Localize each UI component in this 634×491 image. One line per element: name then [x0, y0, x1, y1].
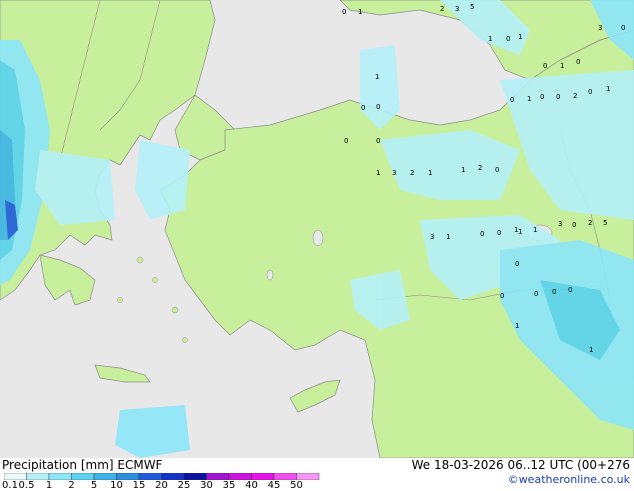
precip-value-label: 0	[556, 93, 560, 101]
precip-value-label: 1	[606, 85, 610, 93]
colorbar-tick-label: 5	[90, 480, 98, 491]
precip-value-label: 2	[588, 219, 592, 227]
precip-value-label: 2	[440, 5, 444, 13]
colorbar-swatch	[228, 473, 252, 480]
colorbar-tick-label: 20	[155, 480, 168, 491]
precip-value-label: 1	[527, 95, 531, 103]
precip-value-label: 2	[478, 164, 482, 172]
precip-value-label: 0	[342, 8, 346, 16]
precip-value-label: 1	[533, 226, 537, 234]
valid-time: We 18-03-2026 06..12 UTC (00+276	[411, 458, 630, 472]
precip-value-label: 1	[428, 169, 432, 177]
colorbar-swatch	[183, 473, 207, 480]
precip-value-label: 1	[358, 8, 362, 16]
precip-value-label: 0	[361, 104, 365, 112]
island	[136, 256, 144, 264]
colorbar-swatch	[4, 473, 27, 480]
precip-value-label: 1	[518, 228, 522, 236]
colorbar-swatch	[93, 473, 117, 480]
precip-value-label: 0	[534, 290, 538, 298]
island	[117, 297, 123, 303]
precip-value-label: 5	[603, 219, 607, 227]
colorbar-tick-label: 0.1	[2, 480, 18, 491]
precip-value-label: 3	[392, 169, 396, 177]
map-title: Precipitation [mm] ECMWF	[2, 458, 163, 472]
colorbar-tick-label: 45	[267, 480, 281, 491]
precipitation-map: 0123510130010100010020100132112013025310…	[0, 0, 634, 459]
colorbar-tick-label: 35	[222, 480, 236, 491]
colorbar-tick-label: 30	[200, 480, 213, 491]
colorbar-swatch	[26, 473, 50, 480]
precip-value-label: 1	[488, 35, 492, 43]
colorbar-swatch	[71, 473, 95, 480]
precip-value-label: 2	[573, 92, 577, 100]
colorbar	[4, 473, 320, 480]
colorbar-tick-label: 0.5	[18, 480, 35, 491]
island	[171, 306, 179, 314]
precip-value-label: 1	[376, 169, 380, 177]
colorbar-tick-label: 15	[132, 480, 146, 491]
colorbar-tick-label: 50	[290, 480, 303, 491]
precip-value-label: 0	[543, 62, 547, 70]
precip-value-label: 0	[515, 260, 519, 268]
precip-value-label: 0	[495, 166, 499, 174]
precip-value-label: 3	[430, 233, 434, 241]
colorbar-tick-label: 25	[177, 480, 191, 491]
colorbar-tick-label: 40	[245, 480, 258, 491]
colorbar-swatch	[48, 473, 72, 480]
colorbar-swatch	[206, 473, 230, 480]
precip-value-label: 1	[515, 322, 519, 330]
footer: Precipitation [mm] ECMWF We 18-03-2026 0…	[0, 458, 634, 491]
precip-value-label: 0	[497, 229, 501, 237]
precip-value-label: 0	[540, 93, 544, 101]
precip-value-label: 0	[576, 58, 580, 66]
precip-value-label: 3	[558, 220, 562, 228]
precip-value-label: 0	[621, 24, 625, 32]
precip-value-label: 0	[568, 286, 572, 294]
lake	[266, 269, 274, 281]
precip-value-label: 0	[552, 288, 556, 296]
colorbar-tick-label: 2	[68, 480, 75, 491]
precip-value-label: 5	[470, 3, 474, 11]
colorbar-tick-label: 10	[110, 480, 123, 491]
precip-value-label: 1	[461, 166, 465, 174]
precip-value-label: 0	[572, 221, 576, 229]
precip-value-label: 1	[446, 233, 450, 241]
precip-value-label: 0	[376, 137, 380, 145]
precip-value-label: 3	[598, 24, 602, 32]
precip-value-label: 0	[510, 96, 514, 104]
island	[182, 337, 188, 343]
lake	[312, 229, 324, 247]
colorbar-swatch	[161, 473, 185, 480]
precip-value-label: 1	[589, 346, 593, 354]
precip-value-label: 1	[560, 62, 564, 70]
precip-value-label: 2	[410, 169, 414, 177]
precip-value-label: 1	[518, 33, 522, 41]
colorbar-swatch	[273, 473, 297, 480]
precip-value-label: 0	[588, 88, 592, 96]
precip-value-label: 1	[375, 73, 379, 81]
island	[152, 277, 158, 283]
precip-value-label: 3	[455, 5, 459, 13]
precip-value-label: 0	[344, 137, 348, 145]
precip-value-label: 0	[480, 230, 484, 238]
colorbar-tick-label: 1	[45, 480, 53, 491]
precip-value-label: 0	[506, 35, 510, 43]
colorbar-swatch	[116, 473, 140, 480]
precip-value-label: 0	[500, 292, 504, 300]
credit-link[interactable]: ©weatheronline.co.uk	[508, 473, 630, 486]
precip-value-label: 0	[376, 103, 380, 111]
colorbar-swatch	[138, 473, 162, 480]
colorbar-swatch	[251, 473, 275, 480]
colorbar-swatch	[296, 473, 320, 480]
map-svg: 0 1 2 3 51 0 13 00 1 010 00 1 0 0 2 0 10 01 3 2 1 1 2 013 0 2 53 1 0…	[0, 0, 634, 459]
